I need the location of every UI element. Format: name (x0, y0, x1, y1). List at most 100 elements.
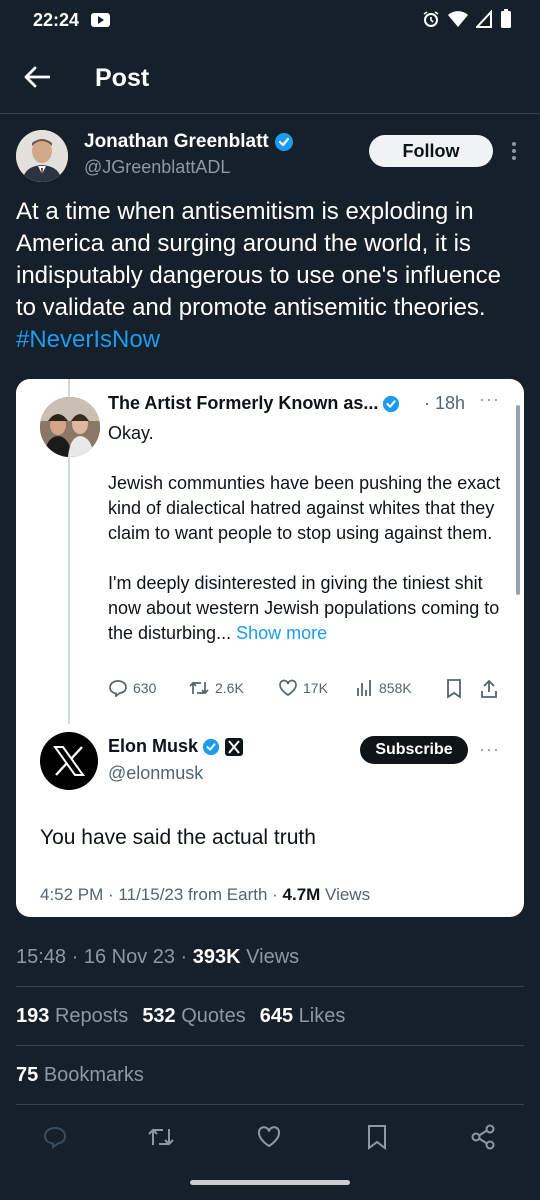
battery-icon (501, 9, 511, 28)
quoted-line-3: I'm deeply disinterested in giving the t… (108, 571, 503, 646)
repost-icon (189, 681, 209, 695)
avatar-image (16, 130, 68, 182)
quoted-line-1: Okay. (108, 423, 154, 443)
reply-icon (43, 1126, 67, 1149)
views-chart-icon (357, 680, 371, 696)
reply-avatar (40, 732, 98, 790)
back-button[interactable] (20, 60, 54, 94)
bookmarks-label: Bookmarks (43, 1064, 144, 1086)
reposts-label: Reposts (54, 1005, 129, 1027)
action-bar (0, 1118, 540, 1158)
like-button[interactable] (254, 1122, 284, 1152)
status-bar: 22:24 (0, 0, 540, 40)
x-logo-icon (53, 746, 85, 776)
quotes-label: Quotes (181, 1005, 246, 1027)
quoted-actions: 630 2.6K 17K 858K (108, 679, 508, 701)
top-app-bar: Post (0, 40, 540, 114)
quoted-avatar (40, 397, 100, 457)
reply-author-name: Elon Musk (108, 736, 199, 756)
quoted-views-count: 858K (379, 680, 412, 696)
wifi-icon (448, 11, 468, 27)
verified-badge-icon (274, 133, 293, 151)
reply-text: You have said the actual truth (40, 826, 316, 849)
share-button[interactable] (468, 1122, 498, 1152)
quoted-reposts: 2.6K (188, 679, 244, 697)
quoted-reposts-count: 2.6K (215, 680, 244, 696)
reposts-count: 193 (16, 1005, 50, 1027)
quoted-time: · 18h (424, 393, 466, 413)
verified-badge-icon (383, 395, 400, 412)
quoted-author-row: The Artist Formerly Known as... (108, 393, 400, 414)
quoted-replies: 630 (108, 679, 156, 697)
signal-icon (476, 10, 492, 28)
avatar[interactable] (16, 130, 68, 182)
tweet-body: At a time when antisemitism is exploding… (16, 198, 501, 321)
media-icon (91, 13, 110, 27)
bookmark-icon (368, 1125, 386, 1150)
quoted-likes: 17K (278, 679, 328, 697)
tweet-text: At a time when antisemitism is exploding… (16, 196, 516, 356)
arrow-left-icon (24, 66, 50, 88)
share-icon (481, 679, 497, 698)
follow-button[interactable]: Follow (369, 135, 493, 167)
quotes-count: 532 (142, 1005, 176, 1027)
status-time: 22:24 (33, 10, 80, 30)
bookmarks-stat[interactable]: 75 Bookmarks (16, 1064, 144, 1087)
reply-more-icon: ··· (479, 739, 500, 759)
quoted-replies-count: 630 (133, 680, 157, 696)
quoted-more-icon: ··· (479, 389, 500, 409)
author-name[interactable]: Jonathan Greenblatt (84, 131, 269, 153)
divider (16, 1104, 524, 1105)
quoted-body: Okay. Jewish communties have been pushin… (108, 421, 503, 671)
show-more-link: Show more (236, 623, 328, 643)
x-affiliate-badge-icon (225, 737, 244, 756)
reply-button[interactable] (40, 1122, 70, 1152)
page-title: Post (95, 64, 150, 92)
quotes-stat[interactable]: 532 Quotes (142, 1005, 245, 1028)
quoted-line-2: Jewish communties have been pushing the … (108, 473, 501, 543)
reposts-stat[interactable]: 193 Reposts (16, 1005, 128, 1028)
reply-views-label: Views (320, 885, 371, 904)
author-handle[interactable]: @JGreenblattADL (84, 157, 230, 178)
home-indicator[interactable] (190, 1180, 350, 1185)
reply-meta-prefix: 4:52 PM · 11/15/23 from Earth · (40, 885, 283, 904)
quoted-time-value: 18h (435, 393, 466, 413)
share-icon (471, 1124, 495, 1150)
heart-icon (279, 679, 297, 697)
bookmark-icon (447, 679, 461, 699)
quoted-likes-count: 17K (303, 680, 328, 696)
likes-count: 645 (259, 1005, 294, 1027)
likes-label: Likes (298, 1005, 346, 1027)
reply-meta: 4:52 PM · 11/15/23 from Earth · 4.7M Vie… (40, 885, 370, 905)
reply-icon (109, 680, 127, 697)
quoted-avatar-image (40, 397, 100, 457)
author-row: Jonathan Greenblatt @JGreenblattADL Foll… (0, 126, 540, 186)
bookmark-button[interactable] (362, 1122, 392, 1152)
reply-views-count: 4.7M (282, 885, 321, 904)
repost-icon (148, 1128, 174, 1146)
embedded-screenshot: The Artist Formerly Known as... · 18h ··… (16, 379, 524, 917)
likes-stat[interactable]: 645 Likes (260, 1005, 346, 1028)
verified-badge-icon (202, 738, 220, 755)
scrollbar (516, 405, 520, 595)
status-icons (422, 9, 512, 29)
post-timestamp: 15:48 · 16 Nov 23 · 393K Views (16, 946, 299, 969)
bookmarks-count: 75 (16, 1064, 39, 1086)
post-views-label: Views (240, 946, 300, 968)
reply-author-handle: @elonmusk (108, 763, 204, 783)
subscribe-button: Subscribe (360, 736, 468, 764)
quoted-author-name: The Artist Formerly Known as... (108, 393, 379, 413)
post-views-count: 393K (192, 946, 241, 968)
hashtag-link[interactable]: #NeverIsNow (16, 326, 160, 353)
repost-button[interactable] (146, 1122, 176, 1152)
quoted-views: 858K (356, 679, 412, 697)
reply-author-row: Elon Musk (108, 736, 244, 757)
alarm-icon (423, 11, 439, 27)
heart-icon (257, 1126, 281, 1148)
divider (16, 1045, 524, 1046)
divider (16, 986, 524, 987)
author-name-row: Jonathan Greenblatt (84, 131, 294, 153)
more-options-icon[interactable] (505, 138, 523, 164)
post-datetime: 15:48 · 16 Nov 23 · (16, 946, 193, 968)
engagement-stats: 193 Reposts 532 Quotes 645 Likes (16, 1005, 345, 1028)
